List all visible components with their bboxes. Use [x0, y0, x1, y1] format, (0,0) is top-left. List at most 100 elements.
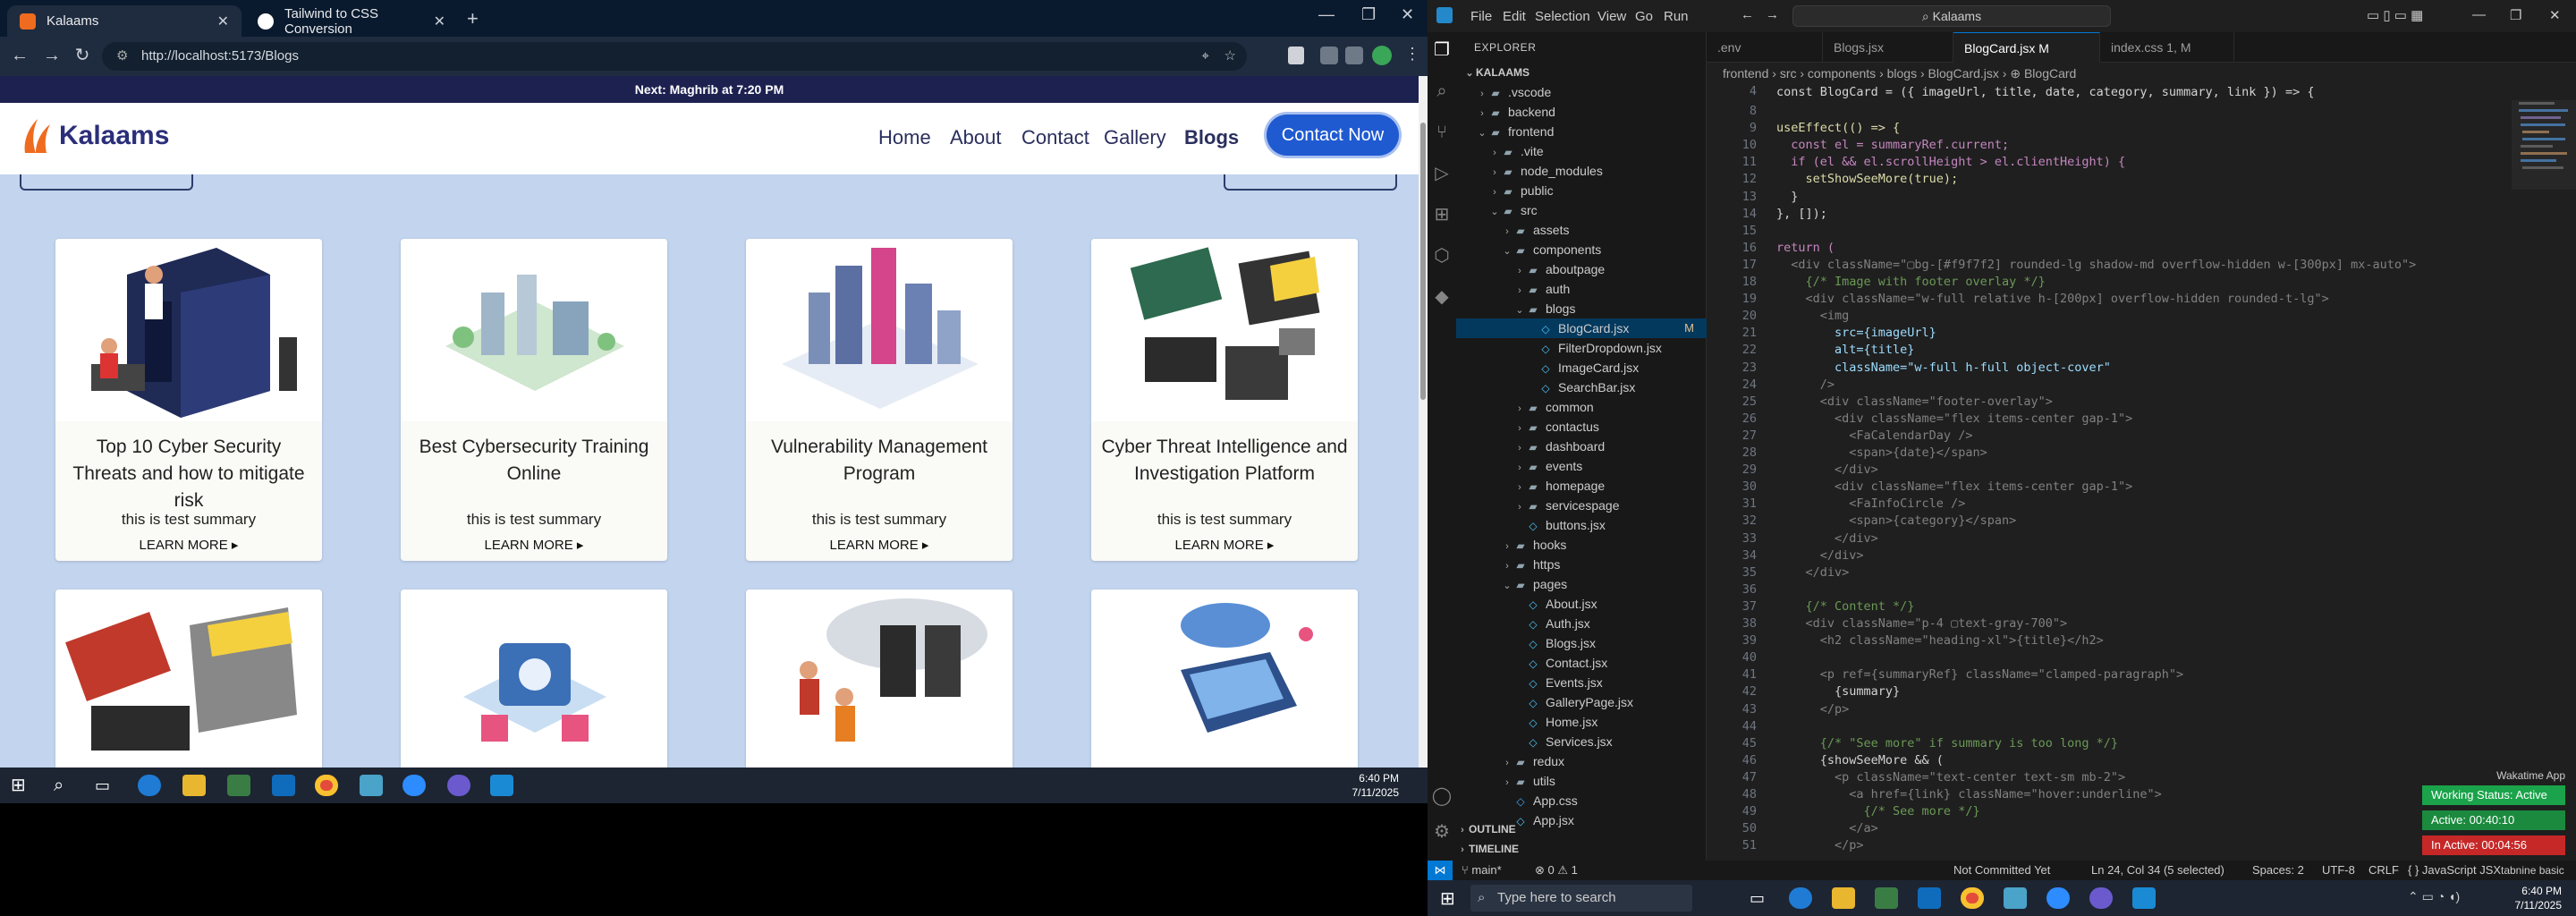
tree-file[interactable]: ◇ App.css — [1456, 791, 1707, 810]
blog-card[interactable]: Vulnerability Management Program this is… — [746, 239, 1013, 561]
maximize-icon[interactable]: ❐ — [2510, 7, 2521, 23]
tree-file[interactable]: ◇ GalleryPage.jsx — [1456, 692, 1707, 712]
blog-card[interactable] — [401, 589, 667, 768]
tree-folder[interactable]: › ▰ aboutpage — [1456, 259, 1707, 279]
problems-count[interactable]: ⊗ 0 ⚠ 1 — [1535, 861, 1578, 880]
new-tab-button[interactable]: + — [467, 7, 479, 30]
cursor-position[interactable]: Ln 24, Col 34 (5 selected) — [2091, 861, 2224, 880]
remote-indicator-icon[interactable]: ⋈ — [1428, 861, 1453, 880]
git-branch[interactable]: ⑂ main* — [1462, 861, 1502, 880]
minimize-icon[interactable]: — — [1318, 5, 1335, 24]
app-icon[interactable] — [2004, 887, 2027, 909]
site-info-icon[interactable]: ⚙ — [116, 42, 128, 71]
reload-icon[interactable]: ↻ — [72, 45, 93, 66]
tree-file[interactable]: ◇ ImageCard.jsx — [1456, 358, 1707, 377]
timeline-section[interactable]: › TIMELINE — [1456, 839, 1707, 859]
store-icon[interactable] — [1875, 887, 1898, 909]
task-view-icon[interactable]: ▭ — [1750, 887, 1773, 909]
nav-home[interactable]: Home — [878, 126, 931, 149]
search-bar[interactable] — [1224, 174, 1397, 191]
windows-start-icon[interactable]: ⊞ — [11, 775, 34, 796]
store-icon[interactable] — [227, 775, 250, 796]
tree-folder[interactable]: › ▰ node_modules — [1456, 161, 1707, 181]
nav-about[interactable]: About — [950, 126, 1002, 149]
nav-gallery[interactable]: Gallery — [1104, 126, 1166, 149]
tree-folder[interactable]: › ▰ auth — [1456, 279, 1707, 299]
tree-folder[interactable]: › ▰ public — [1456, 181, 1707, 200]
profile-avatar[interactable] — [1372, 46, 1392, 65]
edge-icon[interactable] — [1789, 887, 1812, 909]
vscode-taskbar-icon[interactable] — [490, 775, 513, 796]
url-input[interactable]: ⚙ http://localhost:5173/Blogs ⌖ ☆ — [102, 42, 1247, 71]
menu-go[interactable]: Go — [1635, 9, 1653, 24]
close-window-icon[interactable]: ✕ — [1401, 5, 1414, 24]
windows-start-icon[interactable]: ⊞ — [1440, 887, 1455, 910]
tree-folder[interactable]: ⌄ ▰ src — [1456, 200, 1707, 220]
tree-folder[interactable]: ⌄ ▰ pages — [1456, 574, 1707, 594]
filter-dropdown[interactable] — [20, 174, 193, 191]
language-mode[interactable]: { } JavaScript JSX — [2408, 861, 2501, 880]
tab-index-css[interactable]: index.css 1, M — [2100, 32, 2234, 63]
tree-file[interactable]: ◇ Auth.jsx — [1456, 614, 1707, 633]
tabnine-status[interactable]: tabnine basic — [2501, 861, 2564, 880]
vscode-taskbar-icon[interactable] — [2132, 887, 2156, 909]
contact-now-button[interactable]: Contact Now — [1267, 114, 1399, 156]
learn-more-link[interactable]: LEARN MORE ▸ — [1091, 537, 1358, 553]
tree-file[interactable]: ◇ Services.jsx — [1456, 732, 1707, 751]
tree-folder[interactable]: › ▰ backend — [1456, 102, 1707, 122]
extension-icon[interactable] — [1288, 47, 1304, 64]
tree-file[interactable]: ◇ SearchBar.jsx — [1456, 377, 1707, 397]
tree-folder[interactable]: › ▰ servicespage — [1456, 496, 1707, 515]
nav-forward-icon[interactable]: → — [1766, 7, 1779, 22]
search-icon[interactable]: ⌕ — [1431, 81, 1453, 102]
code-editor[interactable]: 4 const BlogCard = ({ imageUrl, title, d… — [1707, 84, 2512, 861]
blog-card[interactable] — [746, 589, 1013, 768]
mongodb-icon[interactable]: ◆ — [1431, 286, 1453, 308]
tree-folder[interactable]: › ▰ utils — [1456, 771, 1707, 791]
back-icon[interactable]: ← — [9, 45, 30, 66]
minimap[interactable] — [2512, 84, 2576, 861]
menu-run[interactable]: Run — [1664, 9, 1689, 24]
outlook-icon[interactable] — [1918, 887, 1941, 909]
tree-file[interactable]: ◇ Events.jsx — [1456, 673, 1707, 692]
tree-folder[interactable]: › ▰ .vite — [1456, 141, 1707, 161]
browser-tab-kalaams[interactable]: Kalaams ✕ — [7, 5, 242, 37]
run-debug-icon[interactable]: ▷ — [1431, 163, 1453, 184]
remote-icon[interactable]: ⬡ — [1431, 245, 1453, 267]
tree-folder[interactable]: ⌄ ▰ frontend — [1456, 122, 1707, 141]
close-tab-icon[interactable]: ✕ — [217, 13, 229, 30]
blog-card[interactable]: Cyber Threat Intelligence and Investigat… — [1091, 239, 1358, 561]
edge-icon[interactable] — [138, 775, 161, 796]
maximize-icon[interactable]: ❐ — [1361, 5, 1376, 24]
learn-more-link[interactable]: LEARN MORE ▸ — [55, 537, 322, 553]
app-icon[interactable] — [360, 775, 383, 796]
tab-blogs[interactable]: Blogs.jsx — [1823, 32, 1953, 63]
blog-card[interactable]: Top 10 Cyber Security Threats and how to… — [55, 239, 322, 561]
source-control-icon[interactable]: ⑂ — [1431, 122, 1453, 143]
chrome-icon[interactable] — [315, 775, 338, 796]
tree-folder[interactable]: › ▰ .vscode — [1456, 82, 1707, 102]
tree-folder[interactable]: ⌄ ▰ components — [1456, 240, 1707, 259]
tree-folder[interactable]: › ▰ contactus — [1456, 417, 1707, 437]
chrome-icon[interactable] — [1961, 887, 1984, 909]
search-icon[interactable]: ⌕ — [54, 775, 77, 796]
blog-card[interactable] — [55, 589, 322, 768]
tree-folder[interactable]: › ▰ assets — [1456, 220, 1707, 240]
close-window-icon[interactable]: ✕ — [2549, 7, 2561, 23]
sidepanel-icon[interactable] — [1345, 47, 1363, 64]
extensions-icon[interactable]: ⊞ — [1431, 204, 1453, 225]
menu-selection[interactable]: Selection — [1535, 9, 1590, 24]
site-logo[interactable]: Kalaams — [20, 115, 169, 157]
file-explorer-icon[interactable] — [182, 775, 206, 796]
tree-file[interactable]: ◇ About.jsx — [1456, 594, 1707, 614]
blog-card[interactable] — [1091, 589, 1358, 768]
github-desktop-icon[interactable] — [2089, 887, 2113, 909]
nav-contact[interactable]: Contact — [1021, 126, 1089, 149]
account-icon[interactable]: ◯ — [1431, 785, 1453, 807]
tree-file[interactable]: ◇ FilterDropdown.jsx — [1456, 338, 1707, 358]
location-icon[interactable]: ⌖ — [1202, 42, 1209, 71]
menu-view[interactable]: View — [1597, 9, 1626, 24]
explorer-icon[interactable]: ❐ — [1431, 39, 1453, 61]
tree-file[interactable]: ◇ buttons.jsx — [1456, 515, 1707, 535]
zoom-icon[interactable] — [2046, 887, 2070, 909]
